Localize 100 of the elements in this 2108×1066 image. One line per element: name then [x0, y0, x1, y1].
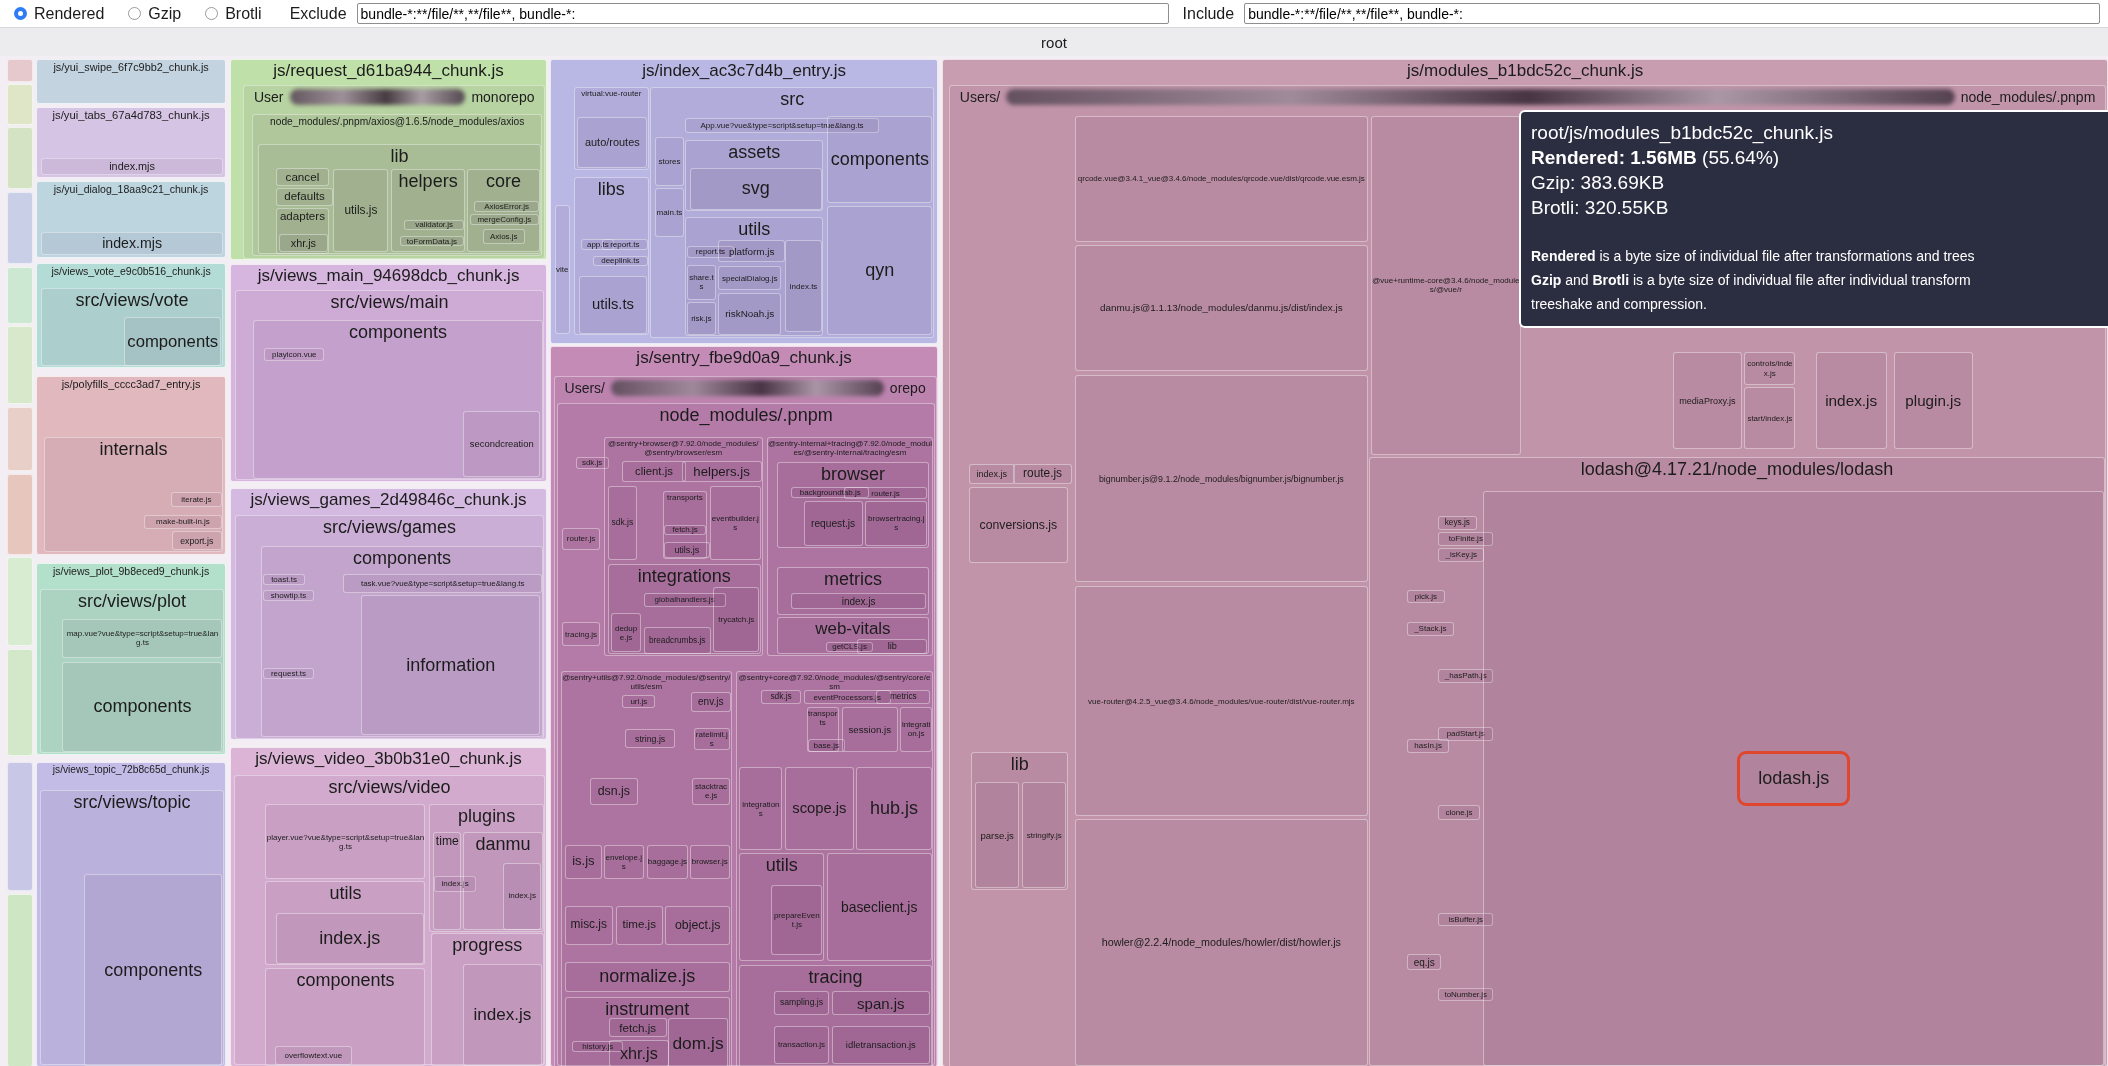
- module-name: baseclient.js: [840, 898, 918, 915]
- module-name: player.vue?vue&type=script&setup=true&lang.ts: [266, 832, 425, 851]
- module-name: request.ts: [270, 668, 307, 678]
- mode-option[interactable]: Rendered: [14, 4, 105, 23]
- module-name: ratelimit.js: [694, 729, 729, 749]
- module-name: controls/index.js: [1746, 359, 1794, 378]
- module-name: information: [406, 654, 496, 676]
- radio-label: Rendered: [34, 4, 105, 23]
- module-name: howler@2.2.4/node_modules/howler/dist/howler.js: [1101, 936, 1341, 949]
- module-name: export.js: [180, 535, 214, 546]
- folder-name: web-vitals: [815, 618, 891, 638]
- module-name: backgroundtab.js: [799, 487, 861, 498]
- tooltip-note: treeshake and compression.: [1531, 295, 1708, 314]
- module-name: pick.js: [1414, 592, 1437, 602]
- exclude-field[interactable]: bundle-*:**/file/**,**/file**, bundle-*:: [356, 3, 1169, 24]
- folder-name: transports: [667, 493, 703, 503]
- module-name: report.ts: [695, 247, 726, 257]
- folder-name: node_modules/.pnpm: [1960, 89, 2096, 106]
- module-name: vue-router@4.2.5_vue@3.4.6/node_modules/vue-router/dist/vue-router.mjs: [1088, 696, 1355, 706]
- module-name: parse.js: [980, 829, 1014, 841]
- module-name: index.js: [441, 879, 469, 889]
- folder-name: integrations: [637, 566, 731, 587]
- chunk-name: js/modules_b1bdc52c_chunk.js: [1407, 60, 1644, 81]
- include-label: Include: [1182, 4, 1235, 23]
- module-name: playicon.vue: [272, 350, 317, 360]
- module-name: cancel: [285, 170, 320, 184]
- module-name: browser.js: [691, 857, 728, 867]
- tooltip-note: Gzip and Brotli is a byte size of individual file after individual transform: [1531, 271, 1972, 290]
- module-name: dsn.js: [597, 784, 631, 799]
- include-field[interactable]: bundle-*:**/file/**,**/file**, bundle-*:: [1244, 3, 2100, 24]
- module-name: toNumber.js: [1444, 990, 1488, 1000]
- module-name: plugin.js: [1905, 392, 1962, 410]
- folder-name: libs: [597, 178, 625, 200]
- module-name: vite: [556, 264, 569, 274]
- module-name: env.js: [698, 696, 724, 708]
- module-name: platform.js: [728, 245, 775, 257]
- module-name: baggage.js: [647, 857, 687, 867]
- radio-button[interactable]: [128, 7, 142, 20]
- module-name: mediaProxy.js: [1679, 395, 1736, 406]
- module-name: utils.ts: [592, 296, 634, 314]
- module-name: deeplink.ts: [601, 256, 640, 266]
- module-name: url.js: [630, 696, 648, 706]
- radio-button[interactable]: [14, 7, 27, 20]
- chunk-name: js/views_vote_e9c0b516_chunk.js: [51, 265, 211, 278]
- folder-name: progress: [452, 935, 523, 956]
- module-name: prepareEvent.js: [772, 910, 821, 930]
- module-name: sdk.js: [581, 458, 603, 468]
- module-name: dedupe.js: [613, 623, 639, 643]
- module-name: risk.js: [691, 313, 712, 323]
- module-name: conversions.js: [979, 518, 1058, 533]
- mode-option[interactable]: Brotli: [205, 4, 262, 23]
- module-name: specialDialog.js: [721, 273, 778, 283]
- folder-name: internals: [99, 439, 168, 461]
- folder-name: instrument: [605, 999, 690, 1020]
- module-name: integrations: [741, 799, 781, 818]
- module-name: history.js: [582, 1041, 614, 1051]
- module-name: main.ts: [656, 208, 683, 218]
- module-name: make-built-in.js: [156, 517, 210, 527]
- module-name: AxiosError.js: [484, 201, 530, 211]
- folder-name: components: [352, 548, 451, 569]
- folder-name: orepo: [889, 379, 926, 396]
- radio-button[interactable]: [205, 7, 219, 20]
- module-name: iterate.js: [181, 495, 212, 505]
- module-name: toFinite.js: [1448, 534, 1483, 544]
- chunk-name: js/views_topic_72b8c65d_chunk.js: [52, 763, 210, 776]
- module-name: index.js: [976, 468, 1007, 480]
- module-name: svg: [741, 178, 770, 200]
- module-name: fetch.js: [672, 525, 698, 535]
- module-name: index.mjs: [109, 160, 155, 173]
- module-name: mergeConfig.js: [477, 215, 532, 225]
- module-name: index.mjs: [102, 235, 162, 252]
- module-name: string.js: [635, 733, 666, 744]
- mode-option[interactable]: Gzip: [128, 4, 182, 23]
- module-name: app.ts: [586, 240, 609, 250]
- module-name: map.vue?vue&type=script&setup=true&lang.ts: [65, 628, 220, 648]
- module-name: stores: [658, 156, 681, 167]
- module-name: route.js: [1023, 467, 1062, 481]
- module-name: time.js: [622, 918, 656, 932]
- module-name: request.js: [811, 517, 856, 530]
- chunk-name: js/views_games_2d49846c_chunk.js: [250, 489, 527, 510]
- exclude-label: Exclude: [289, 4, 347, 23]
- module-name: object.js: [675, 917, 721, 933]
- module-name: utils.js: [344, 203, 378, 218]
- module-name: overflowtext.vue: [284, 1050, 343, 1060]
- chunk-name: js/index_ac3c7d4b_entry.js: [642, 60, 846, 81]
- folder-name: src/views/main: [330, 291, 449, 313]
- module-name: qrcode.vue@3.4.1_vue@3.4.6/node_modules/qrcode.vue/dist/qrcode.vue.esm.js: [1077, 174, 1365, 184]
- module-name: misc.js: [570, 918, 607, 932]
- module-name: index.js: [319, 927, 381, 949]
- module-name: _isKey.js: [1445, 550, 1477, 560]
- folder-name: src/views/video: [328, 776, 451, 798]
- module-name: components: [104, 959, 203, 981]
- module-name: integration.js: [901, 720, 932, 739]
- module-name: breadcrumbs.js: [648, 635, 706, 646]
- module-name: xhr.js: [290, 236, 317, 250]
- folder-name: adapters: [279, 209, 325, 224]
- folder-name: @sentry+utils@7.92.0/node_modules/@sentry/utils/esm: [561, 672, 731, 692]
- folder-name: src/views/games: [323, 517, 456, 539]
- folder-name: components: [348, 322, 447, 343]
- chunk-name: js/yui_tabs_67a4d783_chunk.js: [52, 109, 210, 123]
